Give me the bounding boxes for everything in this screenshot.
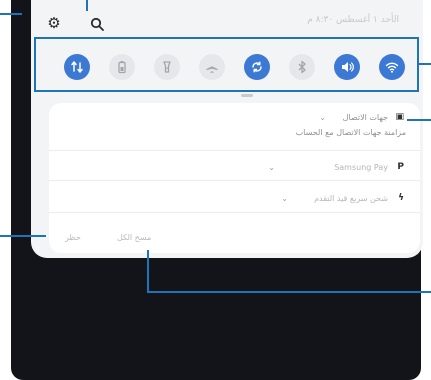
- block-notifications-button[interactable]: حظر: [65, 233, 81, 242]
- speaker-icon: [342, 62, 354, 72]
- chevron-down-icon[interactable]: ⌄: [268, 163, 275, 172]
- airplane-icon: [206, 61, 218, 73]
- contacts-icon: ▣: [395, 112, 404, 122]
- search-icon[interactable]: [90, 16, 104, 31]
- notification-panel: ⚙ الأحد ١ أغسطس ٨:٣٠ م ▣ جهات الاتصال ⌄ …: [31, 0, 423, 258]
- wifi-icon: [385, 62, 399, 73]
- notification-item[interactable]: ▣ جهات الاتصال ⌄ مزامنة جهات الاتصال مع …: [49, 103, 420, 151]
- flashlight-icon: [163, 61, 171, 73]
- charging-icon: ϟ: [398, 193, 404, 203]
- phone-screen: ⚙ الأحد ١ أغسطس ٨:٣٠ م ▣ جهات الاتصال ⌄ …: [11, 0, 423, 380]
- gear-icon[interactable]: ⚙: [47, 16, 61, 31]
- pay-icon: P: [397, 162, 404, 172]
- chevron-down-icon[interactable]: ⌄: [319, 113, 326, 122]
- quick-settings-bar: [47, 45, 423, 87]
- flashlight-toggle[interactable]: [154, 54, 180, 80]
- notification-text: مزامنة جهات الاتصال مع الحساب: [295, 128, 406, 137]
- chevron-down-icon[interactable]: ⌄: [281, 194, 288, 203]
- battery-icon: [118, 61, 126, 74]
- bluetooth-toggle[interactable]: [289, 54, 315, 80]
- panel-drag-handle[interactable]: [241, 94, 253, 97]
- notification-app: جهات الاتصال: [342, 113, 388, 122]
- date-time: الأحد ١ أغسطس ٨:٣٠ م: [307, 15, 399, 25]
- notification-app: Samsung Pay: [334, 163, 388, 172]
- rotate-icon: [252, 61, 262, 73]
- notification-list: ▣ جهات الاتصال ⌄ مزامنة جهات الاتصال مع …: [49, 103, 420, 253]
- notification-text: شحن سريع قيد التقدم: [314, 194, 388, 203]
- auto-rotate-toggle[interactable]: [244, 54, 270, 80]
- mobile-data-toggle[interactable]: [64, 54, 90, 80]
- clear-all-button[interactable]: مسح الكل: [117, 233, 151, 242]
- bluetooth-icon: [298, 60, 306, 74]
- notification-item[interactable]: ϟ شحن سريع قيد التقدم ⌄: [49, 181, 420, 213]
- wifi-toggle[interactable]: [379, 54, 405, 80]
- airplane-mode-toggle[interactable]: [199, 54, 225, 80]
- arrows-up-down-icon: [71, 61, 83, 73]
- notification-item[interactable]: P Samsung Pay ⌄: [49, 151, 420, 181]
- battery-saver-toggle[interactable]: [109, 54, 135, 80]
- status-bar: ⚙ الأحد ١ أغسطس ٨:٣٠ م: [31, 0, 423, 38]
- sound-toggle[interactable]: [334, 54, 360, 80]
